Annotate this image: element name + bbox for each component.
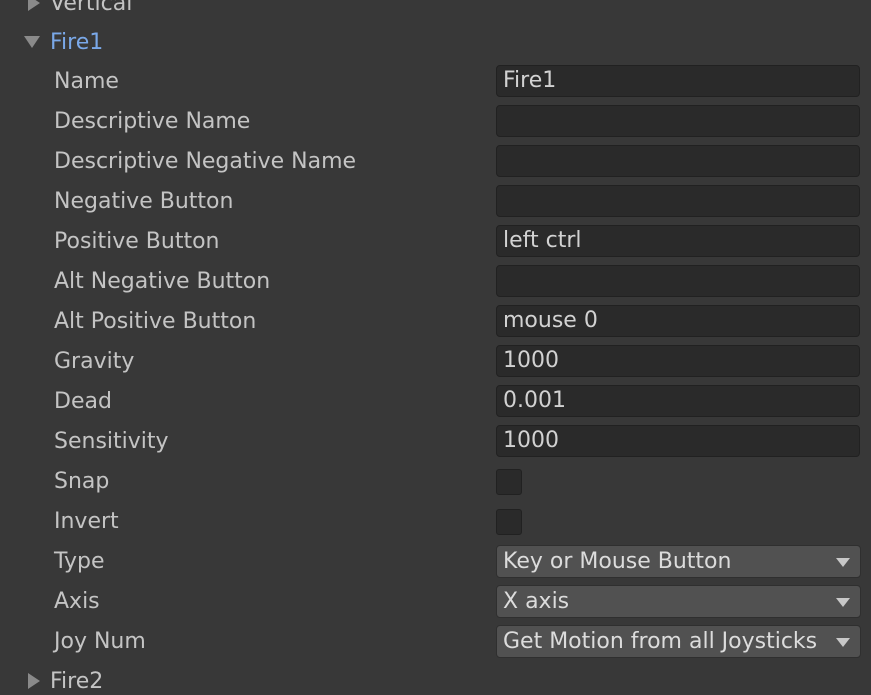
property-row-joy-num: Joy Num Get Motion from all Joysticks	[0, 622, 871, 662]
dead-label: Dead	[54, 389, 112, 414]
property-row-gravity: Gravity 1000	[0, 342, 871, 382]
alt-negative-button-label: Alt Negative Button	[54, 269, 271, 294]
property-row-sensitivity: Sensitivity 1000	[0, 422, 871, 462]
property-row-descriptive-negative-name: Descriptive Negative Name	[0, 142, 871, 182]
foldout-vertical[interactable]: Vertical	[24, 0, 132, 23]
triangle-down-icon[interactable]	[24, 36, 40, 48]
chevron-down-icon	[836, 598, 850, 607]
property-row-positive-button: Positive Button left ctrl	[0, 222, 871, 262]
positive-button-field[interactable]: left ctrl	[496, 225, 860, 257]
property-row-axis: Axis X axis	[0, 582, 871, 622]
negative-button-field[interactable]	[496, 185, 860, 217]
axis-foldout-vertical: Vertical	[0, 0, 871, 23]
property-row-dead: Dead 0.001	[0, 382, 871, 422]
axis-foldout-fire2: Fire2	[0, 661, 871, 695]
property-row-invert: Invert	[0, 502, 871, 542]
descriptive-negative-name-field[interactable]	[496, 145, 860, 177]
property-row-name: Name Fire1	[0, 62, 871, 102]
joy-num-dropdown[interactable]: Get Motion from all Joysticks	[496, 625, 861, 658]
triangle-right-icon[interactable]	[28, 0, 40, 11]
chevron-down-icon	[836, 558, 850, 567]
foldout-fire2-label: Fire2	[50, 668, 104, 694]
axis-foldout-fire1: Fire1	[0, 22, 871, 62]
positive-button-label: Positive Button	[54, 229, 220, 254]
property-row-snap: Snap	[0, 462, 871, 502]
joy-num-label: Joy Num	[54, 629, 146, 654]
dead-field[interactable]: 0.001	[496, 385, 860, 417]
type-dropdown[interactable]: Key or Mouse Button	[496, 545, 861, 578]
type-dropdown-value: Key or Mouse Button	[503, 549, 732, 574]
property-row-negative-button: Negative Button	[0, 182, 871, 222]
axis-dropdown[interactable]: X axis	[496, 585, 861, 618]
invert-checkbox[interactable]	[496, 509, 522, 535]
descriptive-name-label: Descriptive Name	[54, 109, 251, 134]
name-field[interactable]: Fire1	[496, 65, 860, 97]
gravity-label: Gravity	[54, 349, 135, 374]
axis-label: Axis	[54, 589, 100, 614]
foldout-fire1-label: Fire1	[50, 29, 104, 55]
foldout-fire1[interactable]: Fire1	[24, 22, 103, 62]
sensitivity-field[interactable]: 1000	[496, 425, 860, 457]
property-row-type: Type Key or Mouse Button	[0, 542, 871, 582]
triangle-right-icon[interactable]	[28, 673, 40, 689]
alt-positive-button-label: Alt Positive Button	[54, 309, 257, 334]
axis-dropdown-value: X axis	[503, 589, 570, 614]
snap-label: Snap	[54, 469, 110, 494]
negative-button-label: Negative Button	[54, 189, 234, 214]
sensitivity-label: Sensitivity	[54, 429, 169, 454]
property-row-descriptive-name: Descriptive Name	[0, 102, 871, 142]
alt-negative-button-field[interactable]	[496, 265, 860, 297]
chevron-down-icon	[836, 638, 850, 647]
foldout-fire2[interactable]: Fire2	[24, 661, 103, 695]
alt-positive-button-field[interactable]: mouse 0	[496, 305, 860, 337]
input-axes-inspector: Vertical Fire1 Name Fire1 Descriptive Na…	[0, 0, 871, 695]
descriptive-negative-name-label: Descriptive Negative Name	[54, 149, 357, 174]
gravity-field[interactable]: 1000	[496, 345, 860, 377]
snap-checkbox[interactable]	[496, 469, 522, 495]
name-label: Name	[54, 69, 119, 94]
property-row-alt-positive-button: Alt Positive Button mouse 0	[0, 302, 871, 342]
type-label: Type	[54, 549, 105, 574]
invert-label: Invert	[54, 509, 119, 534]
foldout-vertical-label: Vertical	[50, 0, 133, 16]
descriptive-name-field[interactable]	[496, 105, 860, 137]
property-row-alt-negative-button: Alt Negative Button	[0, 262, 871, 302]
joy-num-dropdown-value: Get Motion from all Joysticks	[503, 629, 818, 654]
